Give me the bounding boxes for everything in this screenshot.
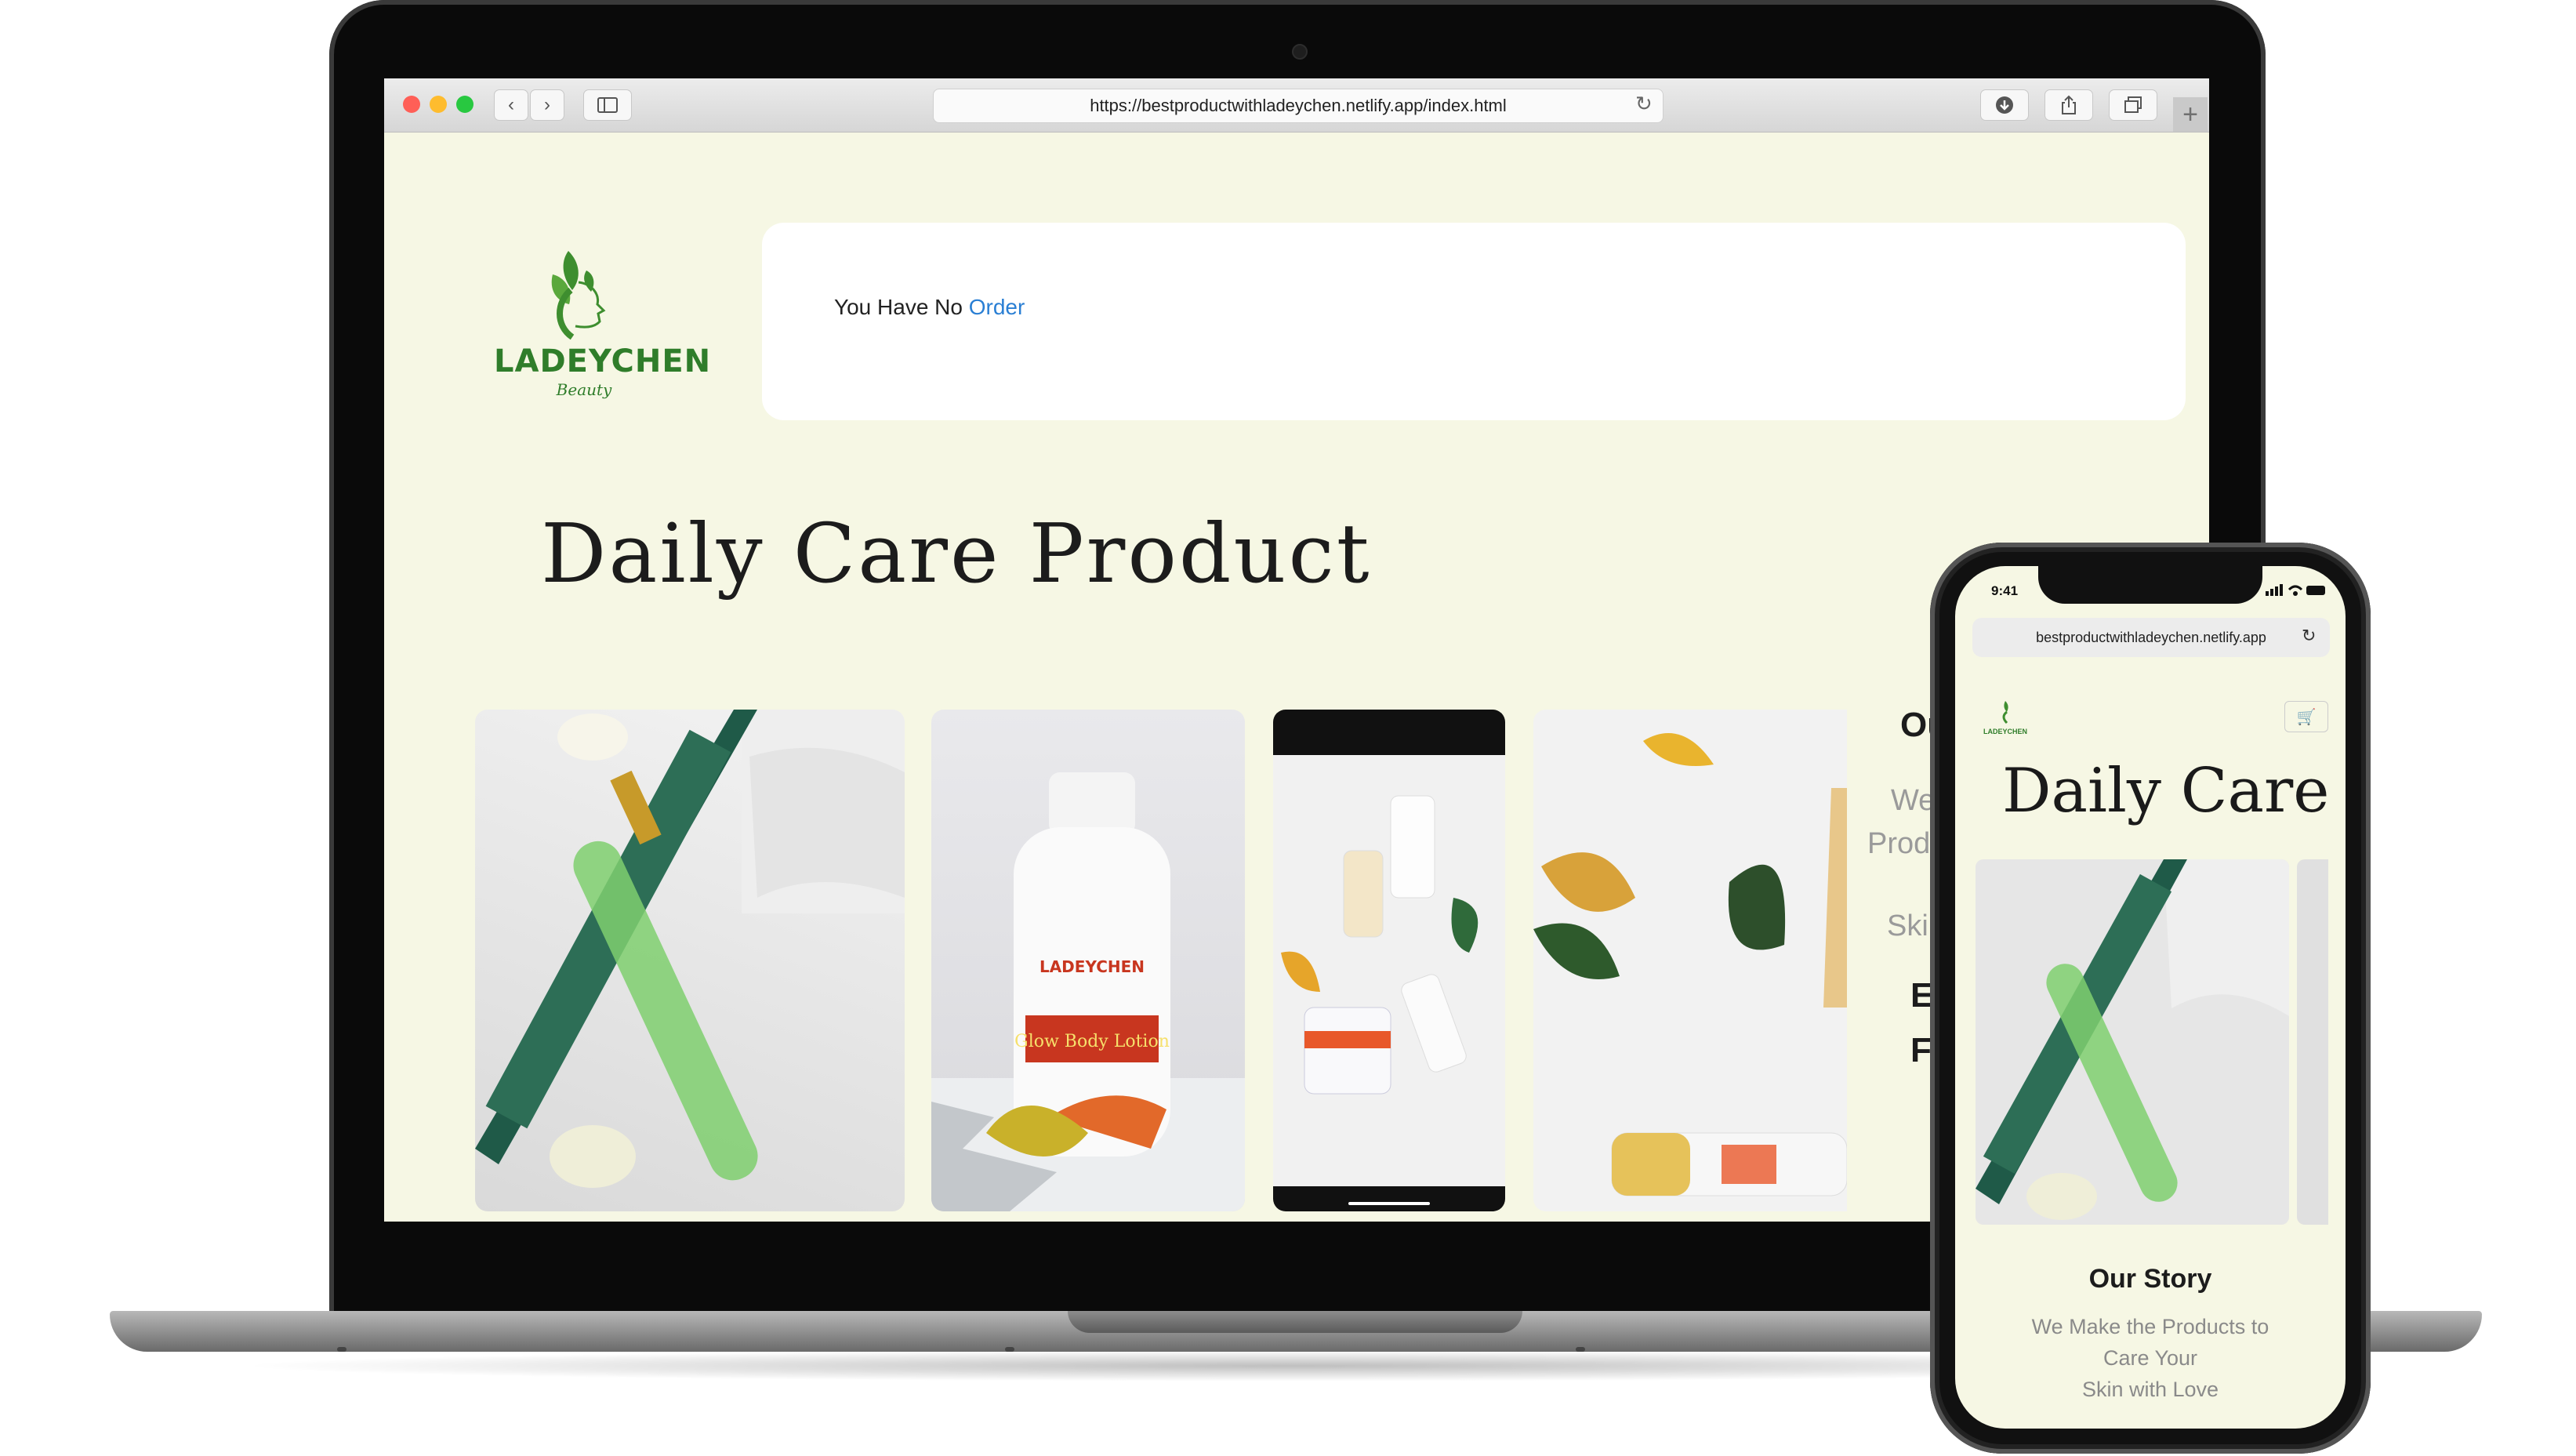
order-status: You Have No Order bbox=[834, 295, 1025, 320]
minimize-window-button[interactable] bbox=[430, 96, 447, 113]
phone-story-text: We Make the Products to Care Your Skin w… bbox=[1955, 1311, 2346, 1405]
phone-story-title: Our Story bbox=[2088, 1264, 2212, 1294]
cart-icon: 🛒 bbox=[2296, 708, 2317, 726]
browser-toolbar: ‹ › https://bestproductwithladeychen.net… bbox=[384, 78, 2209, 133]
close-window-button[interactable] bbox=[403, 96, 420, 113]
serum-photo bbox=[475, 710, 905, 1188]
phone-story-line: Care Your bbox=[2103, 1346, 2198, 1370]
plus-icon: + bbox=[2182, 99, 2198, 129]
reload-icon[interactable]: ↻ bbox=[1635, 92, 1653, 116]
phone-brand-name: LADEYCHEN bbox=[1983, 728, 2028, 735]
phone-story-line: We Make the Products to bbox=[2031, 1315, 2269, 1338]
lotion-photo: LADEYCHEN Glow Body Lotion bbox=[931, 772, 1245, 1211]
phone-serum-photo bbox=[1976, 859, 2289, 1225]
laptop-foot bbox=[337, 1347, 346, 1352]
leaves-photo bbox=[1533, 733, 1847, 1196]
side-story-line: We bbox=[1891, 784, 1936, 817]
product-image-leaves[interactable] bbox=[1533, 710, 1847, 1211]
phone-product-image[interactable] bbox=[1976, 859, 2289, 1225]
product-image-serum[interactable] bbox=[475, 710, 905, 1211]
downloads-button[interactable] bbox=[1980, 89, 2029, 121]
phone-story-line: Skin with Love bbox=[2081, 1378, 2219, 1401]
lotion-brand-label: LADEYCHEN bbox=[1039, 957, 1145, 976]
order-card: You Have No Order bbox=[762, 223, 2186, 420]
brand-tagline: Beauty bbox=[556, 380, 612, 399]
new-tab-button[interactable]: + bbox=[2173, 97, 2208, 132]
lotion-title-label: Glow Body Lotion bbox=[1014, 1032, 1170, 1051]
page-heading: Daily Care Product bbox=[541, 506, 1372, 601]
phone-notch bbox=[2038, 566, 2262, 604]
cart-button[interactable]: 🛒 bbox=[2284, 701, 2328, 732]
download-icon bbox=[1996, 96, 2013, 114]
back-chevron-icon: ‹ bbox=[508, 94, 514, 115]
laptop-foot bbox=[1005, 1347, 1014, 1352]
brand-name: LADEYCHEN bbox=[494, 343, 712, 379]
forward-chevron-icon: › bbox=[544, 94, 550, 115]
address-bar-url: https://bestproductwithladeychen.netlify… bbox=[1090, 96, 1507, 115]
tabs-overview-button[interactable] bbox=[2109, 89, 2157, 121]
sidebar-button[interactable] bbox=[583, 89, 632, 121]
phone-address-bar[interactable]: bestproductwithladeychen.netlify.app bbox=[1972, 618, 2330, 657]
phone-product-image-next[interactable] bbox=[2297, 859, 2328, 1225]
phone-heading: Daily Care bbox=[2002, 756, 2330, 826]
product-image-body-lotion[interactable]: LADEYCHEN Glow Body Lotion bbox=[931, 710, 1245, 1211]
phone-screen: 9:41 bestproductwithladeychen.netlify.ap… bbox=[1955, 566, 2346, 1429]
laptop-hinge-notch bbox=[1068, 1311, 1522, 1333]
product-image-set[interactable] bbox=[1273, 710, 1505, 1211]
phone-clock: 9:41 bbox=[1991, 583, 2019, 598]
set-photo bbox=[1273, 755, 1505, 1205]
share-icon bbox=[2062, 95, 2076, 114]
order-link[interactable]: Order bbox=[969, 295, 1025, 319]
address-bar[interactable]: https://bestproductwithladeychen.netlify… bbox=[933, 89, 1664, 123]
order-status-text: You Have No bbox=[834, 295, 963, 319]
side-feature-letter: F bbox=[1910, 1031, 1932, 1069]
maximize-window-button[interactable] bbox=[456, 96, 473, 113]
share-button[interactable] bbox=[2044, 89, 2093, 121]
status-icons bbox=[2266, 584, 2325, 596]
laptop-camera bbox=[1292, 44, 1308, 60]
phone-address-url: bestproductwithladeychen.netlify.app bbox=[2036, 629, 2266, 645]
sidebar-icon bbox=[597, 97, 618, 113]
reload-icon[interactable]: ↻ bbox=[2302, 626, 2316, 646]
tabs-icon bbox=[2124, 96, 2142, 113]
forward-button[interactable]: › bbox=[530, 89, 564, 121]
laptop-foot bbox=[1576, 1347, 1585, 1352]
back-button[interactable]: ‹ bbox=[494, 89, 528, 121]
